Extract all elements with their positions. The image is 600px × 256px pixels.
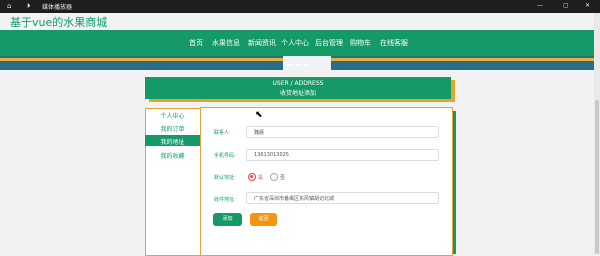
sidebar-item-orders[interactable]: 我的订单	[145, 124, 200, 133]
banner-image	[283, 56, 331, 70]
address-input[interactable]: 广东省深圳市番禺区东风镇胡记北城	[246, 192, 439, 204]
window-titlebar: ⌂ ⏵ 媒体播放器 — ▢ ✕	[0, 0, 600, 13]
carousel-dot[interactable]	[287, 64, 292, 66]
scrollbar-thumb[interactable]	[595, 100, 599, 254]
nav-fruits[interactable]: 水果信息	[212, 38, 240, 48]
media-player-icon: ⏵	[27, 2, 31, 10]
nav-profile[interactable]: 个人中心	[281, 38, 309, 48]
nav-news[interactable]: 新闻资讯	[248, 38, 276, 48]
default-no-label[interactable]: 否	[280, 174, 285, 181]
nav-cart[interactable]: 购物车	[350, 38, 371, 48]
phone-label: 手机号码:	[214, 153, 236, 159]
mouse-cursor-icon: ⬉	[255, 110, 263, 120]
carousel-dot[interactable]	[295, 64, 300, 66]
site-title[interactable]: 基于vue的水果商城	[10, 14, 107, 30]
nav-home[interactable]: 首页	[189, 38, 203, 48]
maximize-icon[interactable]: ▢	[563, 2, 569, 9]
contact-label: 联系人:	[214, 130, 231, 136]
sidebar-item-profile[interactable]: 个人中心	[145, 111, 200, 120]
default-no-radio[interactable]	[270, 173, 278, 181]
nav-admin[interactable]: 后台管理	[315, 38, 343, 48]
address-label: 收件地址:	[214, 197, 236, 203]
home-icon[interactable]: ⌂	[7, 2, 11, 10]
close-icon[interactable]: ✕	[585, 2, 590, 9]
default-address-label: 默认地址:	[214, 175, 236, 181]
phone-input[interactable]: 13613013025	[246, 149, 439, 161]
sidebar-item-address[interactable]: 我的地址	[145, 137, 200, 146]
sidebar-item-favorites[interactable]: 我的收藏	[145, 151, 200, 160]
carousel-dot[interactable]	[303, 64, 308, 66]
add-button[interactable]: 添加	[213, 213, 242, 226]
section-header: USER / ADDRESS 收货地址添加	[145, 77, 451, 99]
radio-selected-dot	[250, 175, 253, 178]
default-yes-label[interactable]: 是	[258, 174, 263, 181]
main-navbar: 首页 水果信息 新闻资讯 个人中心 后台管理 购物车 在线客服	[0, 30, 594, 56]
minimize-icon[interactable]: —	[537, 2, 543, 9]
section-header-en: USER / ADDRESS	[272, 80, 324, 87]
window-title: 媒体播放器	[42, 4, 73, 11]
contact-input[interactable]: 魏晨	[246, 126, 439, 138]
nav-support[interactable]: 在线客服	[380, 38, 408, 48]
section-header-zh: 收货地址添加	[279, 90, 316, 97]
back-button[interactable]: 返回	[250, 213, 277, 226]
